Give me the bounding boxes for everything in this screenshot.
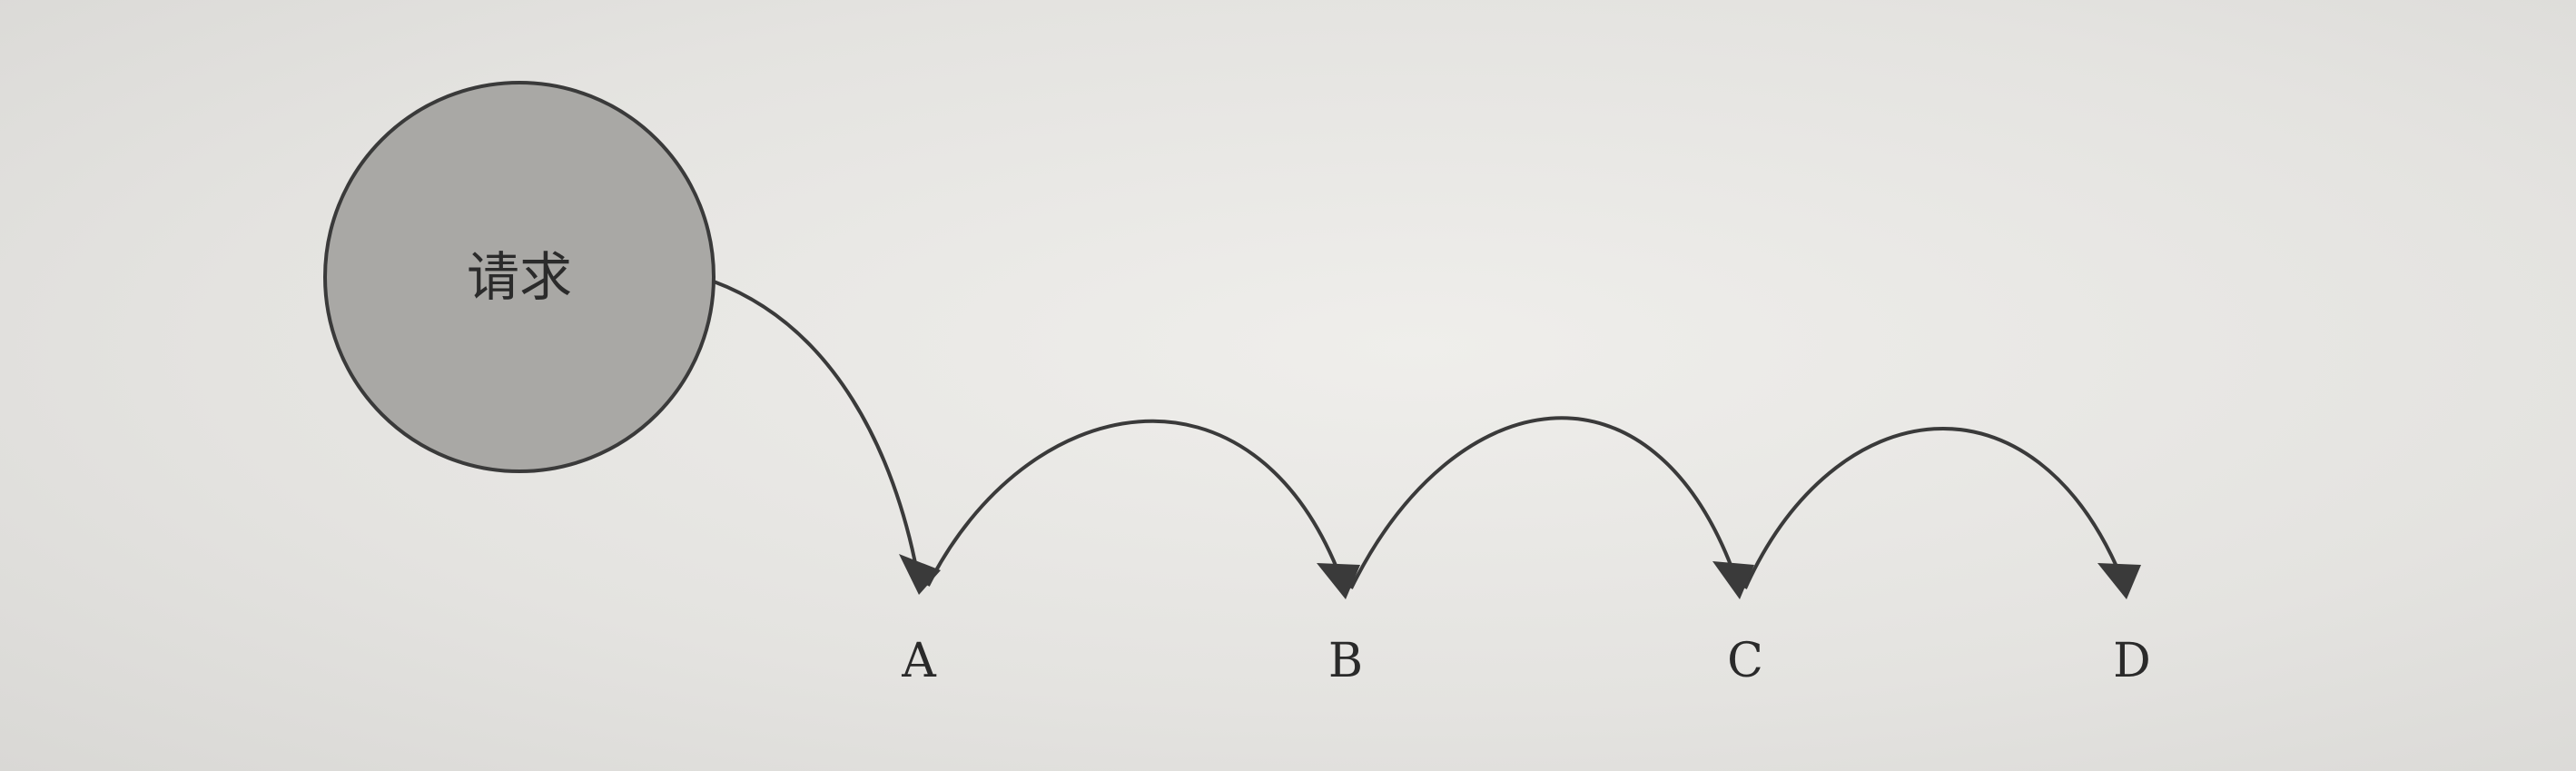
node-label-a: A [901, 634, 937, 688]
node-label-b: B [1328, 634, 1363, 688]
node-labels: A B C D [901, 634, 2151, 688]
edge-request-to-a [713, 280, 919, 573]
node-label-c: C [1727, 634, 1763, 688]
arrowhead-d [2097, 563, 2141, 599]
page: 请求 A B C D [0, 0, 2576, 771]
flow-diagram: 请求 A B C D [323, 81, 2151, 688]
request-node: 请求 [323, 81, 716, 473]
arrowheads [899, 554, 2141, 599]
edge-a-to-b [926, 419, 1344, 587]
arrowhead-a [899, 554, 941, 595]
edge-c-to-d [1743, 426, 2125, 589]
edges [713, 280, 2125, 589]
edge-b-to-c [1349, 416, 1738, 589]
node-label-d: D [2113, 634, 2151, 688]
request-label: 请求 [467, 246, 572, 308]
